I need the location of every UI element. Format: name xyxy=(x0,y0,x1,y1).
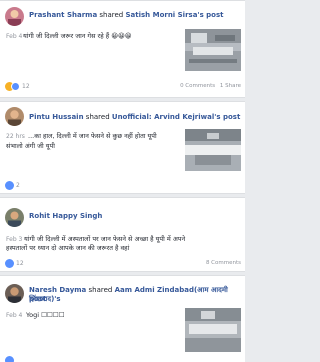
avatar[interactable] xyxy=(5,7,24,26)
reaction-count[interactable]: 2 xyxy=(16,182,20,189)
post-header: Pintu Hussain shared Unofficial: Arvind … xyxy=(29,113,241,122)
like-reaction-icon[interactable] xyxy=(5,356,14,362)
post-text: यांगी जी दिल्ली जरूर जान गेस रहे हैं 😀😀😀 xyxy=(23,32,132,40)
post-header: Rohit Happy Singh xyxy=(29,212,241,221)
post-timestamp[interactable]: Feb 4 xyxy=(6,33,22,40)
reaction-count[interactable]: 12 xyxy=(16,260,24,267)
author-link[interactable]: Rohit Happy Singh xyxy=(29,212,102,220)
feed-post: Pintu Hussain shared Unofficial: Arvind … xyxy=(0,101,245,194)
reaction-row xyxy=(3,355,241,362)
comments-shares: 0 Comments 1 Share xyxy=(180,83,241,89)
author-link[interactable]: Prashant Sharma xyxy=(29,11,97,19)
reaction-count[interactable]: 12 xyxy=(22,83,30,90)
avatar[interactable] xyxy=(5,107,24,126)
feed-post: Naresh Dayma shared Aam Admi Zindabad(आम… xyxy=(0,275,245,362)
comments-count[interactable]: 0 Comments xyxy=(180,83,215,89)
comments-count[interactable]: 8 Comments xyxy=(206,260,241,266)
post-timestamp[interactable]: Feb 3 xyxy=(6,236,22,243)
like-reaction-icon[interactable] xyxy=(5,259,14,268)
shared-verb: shared xyxy=(85,113,110,121)
post-text-line: यांगी जी दिल्ली में अस्पतालों पर जान फेस… xyxy=(24,235,186,243)
post-header: Prashant Sharma shared Satish Morni Sirs… xyxy=(29,11,241,20)
post-timestamp[interactable]: 22 hrs xyxy=(6,133,25,140)
avatar[interactable] xyxy=(5,284,24,303)
source-link[interactable]: Unofficial: Arvind Kejriwal's post xyxy=(112,113,240,121)
reaction-row: 12 8 Comments xyxy=(3,258,241,269)
shared-verb: shared xyxy=(99,11,124,19)
source-link-post[interactable]: post xyxy=(29,295,46,303)
post-thumbnail[interactable] xyxy=(185,29,241,71)
author-link[interactable]: Pintu Hussain xyxy=(29,113,84,121)
like-reaction-icon[interactable] xyxy=(5,181,14,190)
reaction-row: 2 xyxy=(3,180,241,191)
author-link[interactable]: Naresh Dayma xyxy=(29,286,86,294)
source-link[interactable]: Satish Morni Sirsa's post xyxy=(126,11,224,19)
post-header-line2: post xyxy=(29,295,241,304)
shares-count[interactable]: 1 Share xyxy=(220,83,241,89)
post-text: Yogi ☐☐☐☐ xyxy=(26,311,65,319)
shared-verb: shared xyxy=(88,286,113,294)
comments-shares: 8 Comments xyxy=(206,260,241,266)
avatar[interactable] xyxy=(5,208,24,227)
feed-post: Prashant Sharma shared Satish Morni Sirs… xyxy=(0,0,245,98)
post-text-line: संभालो अंगी जी यूपी xyxy=(6,142,55,150)
like-reaction-icon[interactable] xyxy=(11,82,20,91)
post-thumbnail[interactable] xyxy=(185,308,241,352)
feed-post: Rohit Happy Singh Feb 3 यांगी जी दिल्ली … xyxy=(0,197,245,272)
post-text-line: हस्पतालों पर ध्यान दो आपके जान की जरूरत … xyxy=(6,244,130,252)
post-thumbnail[interactable] xyxy=(185,129,241,171)
reaction-row: 12 0 Comments 1 Share xyxy=(3,81,241,92)
post-timestamp[interactable]: Feb 4 xyxy=(6,312,22,319)
post-text-line: ...का हाल, दिल्ली में जान फेसने से कुछ न… xyxy=(28,132,157,140)
